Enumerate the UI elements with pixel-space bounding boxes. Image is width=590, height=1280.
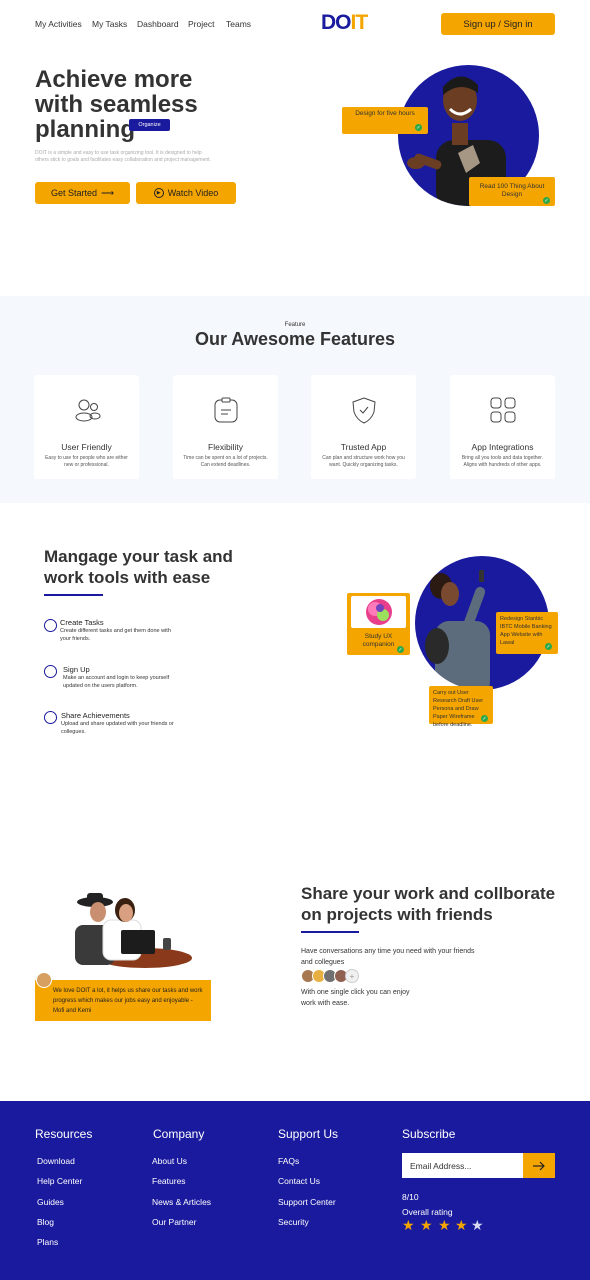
globe-icon <box>44 619 57 632</box>
share-text-2: With one single click you can enjoy work… <box>301 989 410 1007</box>
star-filled-icon: ★ <box>438 1217 451 1233</box>
login-icon <box>44 665 57 678</box>
manage-title: Mangage your task and work tools with ea… <box>44 547 233 587</box>
title-underline <box>301 931 359 933</box>
subscribe-button[interactable] <box>523 1153 555 1178</box>
play-circle-icon: ▶ <box>153 188 164 198</box>
flower-image <box>351 596 406 628</box>
card-research-label: Carry out User Research Draft User Perso… <box>433 690 484 728</box>
feature-desc: Easy to use for people who are either ne… <box>45 455 128 468</box>
share-text-1: Have conversations any time you need wit… <box>301 948 475 966</box>
task-name: Sign Up <box>63 665 90 674</box>
feature-name: Flexibility <box>208 442 243 452</box>
feature-name: User Friendly <box>61 442 112 452</box>
features-label: Feature <box>284 322 306 328</box>
feature-card-app-integrations: App Integrations Bring all you tools and… <box>450 375 555 479</box>
check-icon: ✓ <box>415 124 422 131</box>
footer-company-title: Company <box>153 1127 205 1141</box>
testimonial-avatar <box>36 972 52 988</box>
footer-link-news[interactable]: News & Articles <box>152 1197 211 1207</box>
plus-icon: + <box>349 971 355 981</box>
check-icon: ✓ <box>481 715 488 722</box>
card-design-label: Design for five hours <box>355 110 415 117</box>
feature-desc: Bring all you tools and data together. A… <box>461 455 544 468</box>
organize-tag: Organize <box>129 119 170 131</box>
watch-video-button[interactable]: ▶ Watch Video <box>136 182 236 204</box>
logo[interactable]: DOIT <box>321 11 369 35</box>
feature-card-flexibility: Flexibility Time can be spent on a lot o… <box>173 375 278 479</box>
feature-desc: Can plan and structure work how you want… <box>322 455 405 468</box>
footer-link-our-partner[interactable]: Our Partner <box>152 1217 196 1227</box>
email-input[interactable] <box>402 1153 523 1178</box>
star-empty-icon: ★ <box>471 1217 484 1233</box>
task-desc: Create different tasks and get them done… <box>60 628 171 642</box>
footer-link-plans[interactable]: Plans <box>37 1237 58 1247</box>
get-started-button[interactable]: Get Started ⟶ <box>35 182 130 204</box>
task-desc: Upload and share updated with your frien… <box>61 721 174 735</box>
feature-name: Trusted App <box>340 442 387 452</box>
add-friend-button[interactable]: + <box>345 969 359 983</box>
footer-link-about-us[interactable]: About Us <box>152 1156 187 1166</box>
feature-card-user-friendly: User Friendly Easy to use for people who… <box>34 375 139 479</box>
check-icon: ✓ <box>397 646 404 653</box>
title-underline <box>44 594 103 596</box>
signup-button[interactable]: Sign up / Sign in <box>441 13 555 35</box>
footer-link-support-center[interactable]: Support Center <box>278 1197 336 1207</box>
arrow-right-icon <box>533 1161 545 1170</box>
clipboard-icon <box>214 397 238 423</box>
card-redesign-label: Redesign Stanbic IBTC Mobile Banking App… <box>500 616 552 646</box>
footer-link-contact-us[interactable]: Contact Us <box>278 1176 320 1186</box>
get-started-label: Get Started <box>51 188 98 198</box>
footer-link-faqs[interactable]: FAQs <box>278 1156 299 1166</box>
nav-project[interactable]: Project <box>188 19 214 29</box>
nav-dashboard[interactable]: Dashboard <box>137 19 179 29</box>
watch-video-label: Watch Video <box>167 188 219 198</box>
rating-value: 8/10 <box>402 1192 419 1202</box>
task-desc: Make an account and login to keep yourse… <box>63 675 170 689</box>
nav-my-activities[interactable]: My Activities <box>35 19 82 29</box>
star-filled-icon: ★ <box>420 1217 433 1233</box>
shield-check-icon <box>352 397 376 424</box>
star-filled-icon: ★ <box>402 1217 415 1233</box>
footer-resources-title: Resources <box>35 1127 93 1141</box>
feature-name: App Integrations <box>471 442 534 452</box>
card-read-100: Read 100 Thing About Design <box>469 177 555 206</box>
footer-link-blog[interactable]: Blog <box>37 1217 54 1227</box>
check-icon: ✓ <box>543 197 550 204</box>
award-icon <box>44 711 57 724</box>
feature-card-trusted-app: Trusted App Can plan and structure work … <box>311 375 416 479</box>
check-icon: ✓ <box>545 643 552 650</box>
star-filled-icon: ★ <box>455 1217 468 1233</box>
friends-image <box>63 890 193 974</box>
arrow-right-icon: ⟶ <box>101 187 114 198</box>
nav-my-tasks[interactable]: My Tasks <box>92 19 127 29</box>
logo-accent: IT <box>350 11 369 34</box>
nav-teams[interactable]: Teams <box>226 19 251 29</box>
grid-icon <box>490 397 516 423</box>
footer-link-guides[interactable]: Guides <box>37 1197 64 1207</box>
task-name: Share Achievements <box>61 711 130 720</box>
rating-label: Overall rating <box>402 1207 453 1217</box>
footer-link-download[interactable]: Download <box>37 1156 75 1166</box>
footer-support-title: Support Us <box>278 1127 339 1141</box>
features-title: Our Awesome Features <box>194 329 396 349</box>
testimonial-text: We love DOIT a lot, it helps us share ou… <box>53 988 203 1014</box>
feature-desc: Time can be spent on a lot of projects. … <box>183 455 268 468</box>
card-read-label: Read 100 Thing About Design <box>479 183 545 198</box>
hero-description: DOIT is a simple and easy to use task or… <box>35 150 211 163</box>
footer-link-features[interactable]: Features <box>152 1176 186 1186</box>
footer-link-security[interactable]: Security <box>278 1217 309 1227</box>
task-name: Create Tasks <box>60 618 104 627</box>
card-study-label: Study UX companion <box>362 633 395 648</box>
footer-subscribe-title: Subscribe <box>402 1127 456 1141</box>
footer-link-help-center[interactable]: Help Center <box>37 1176 82 1186</box>
share-title: Share your work and collborate on projec… <box>301 884 556 924</box>
users-icon <box>75 399 101 422</box>
logo-main: DO <box>321 11 351 34</box>
